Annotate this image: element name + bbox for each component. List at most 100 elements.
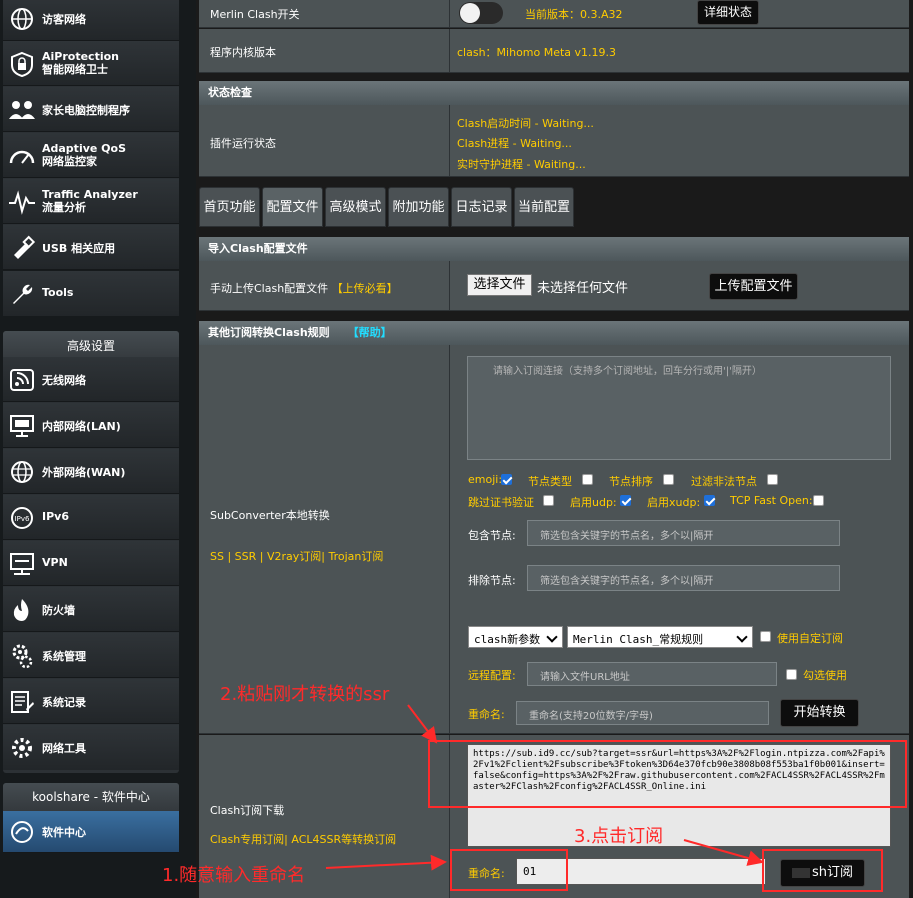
sidebar-item-wireless[interactable]: 无线网络: [3, 357, 179, 402]
sidebar-item-label: 防火墙: [42, 604, 75, 617]
subconverter-links[interactable]: SS | SSR | V2ray订阅| Trojan订阅: [210, 548, 383, 564]
remote-config-input[interactable]: 请输入文件URL地址: [527, 662, 777, 686]
tick-use-label: 勾选使用: [803, 669, 847, 682]
sidebar-item-vpn[interactable]: VPN: [3, 541, 179, 586]
exclude-nodes-input[interactable]: 筛选包含关键字的节点名，多个以|隔开: [527, 565, 840, 591]
sidebar-koolshare-menu: koolshare - 软件中心 软件中心: [3, 783, 179, 853]
select-value: Merlin Clash_常规规则: [573, 633, 704, 646]
tab-config-file[interactable]: 配置文件: [262, 187, 323, 227]
annotation-box-rename: [450, 849, 568, 891]
clash-start-time-status: Clash启动时间 - Waiting...: [457, 117, 594, 130]
sidebar-item-label: Adaptive QoS 网络监控家: [42, 142, 127, 168]
tab-home[interactable]: 首页功能: [199, 187, 260, 227]
rules-select[interactable]: Merlin Clash_常规规则: [567, 626, 753, 648]
tab-advanced-mode[interactable]: 高级模式: [325, 187, 386, 227]
sidebar-item-wan[interactable]: 外部网络(WAN): [3, 449, 179, 494]
sidebar-item-system-log[interactable]: 系统记录: [3, 679, 179, 724]
admin-icon: [12, 644, 33, 669]
option-filter-label: 过滤非法节点: [691, 475, 757, 488]
wan-icon: [11, 461, 33, 483]
divider: [449, 0, 450, 28]
detail-status-button[interactable]: 详细状态: [697, 0, 759, 25]
sidebar-item-lan[interactable]: 内部网络(LAN): [3, 403, 179, 448]
merlin-clash-toggle[interactable]: [459, 2, 503, 24]
sidebar-item-tools[interactable]: Tools: [3, 271, 179, 316]
sidebar-item-guest-network[interactable]: 访客网络: [3, 0, 179, 41]
option-node-sort-checkbox[interactable]: [663, 474, 674, 485]
choose-file-button[interactable]: 选择文件: [467, 274, 532, 296]
sidebar-item-label: Tools: [42, 286, 74, 299]
sidebar-item-adaptive-qos[interactable]: Adaptive QoS 网络监控家: [3, 133, 179, 178]
rename-input[interactable]: 重命名(支持20位数字/字母): [516, 701, 769, 725]
sidebar-item-ipv6[interactable]: IPv6 IPv6: [3, 495, 179, 540]
sidebar-item-label: VPN: [42, 556, 68, 569]
traffic-icon: [9, 190, 35, 215]
option-node-sort-label: 节点排序: [609, 475, 653, 488]
remote-config-label: 远程配置:: [468, 669, 516, 682]
divider: [449, 345, 450, 734]
sidebar-advanced-menu: 高级设置 无线网络 内部网络(LAN) 外部网络(WAN) IPv6 IPv6 …: [3, 331, 179, 773]
usb-icon: [14, 235, 36, 259]
chevron-down-icon: [736, 631, 748, 643]
tab-logs[interactable]: 日志记录: [451, 187, 512, 227]
lock-icon: [11, 51, 33, 77]
exclude-nodes-label: 排除节点:: [468, 574, 516, 587]
option-udp-checkbox[interactable]: [620, 495, 631, 506]
select-value: clash新参数: [474, 633, 541, 646]
other-subscription-header: 其他订阅转换Clash规则 【帮助】: [199, 321, 909, 345]
import-config-header: 导入Clash配置文件: [199, 237, 909, 261]
wifi-icon: [10, 369, 34, 391]
sidebar-item-label: IPv6: [42, 510, 69, 523]
annotation-box-subscribe: [762, 849, 883, 892]
sidebar-item-label: Traffic Analyzer 流量分析: [42, 188, 138, 214]
divider: [449, 105, 450, 177]
koolshare-title: koolshare - 软件中心: [3, 783, 179, 811]
help-link[interactable]: 【帮助】: [348, 326, 392, 339]
upload-note-link[interactable]: 【上传必看】: [332, 282, 398, 295]
option-skip-cert-label: 跳过证书验证: [468, 496, 534, 509]
sidebar: 访客网络 AiProtection 智能网络卫士 家长电脑控制程序 Adaptiv…: [0, 0, 196, 898]
download-links[interactable]: Clash专用订阅| ACL4SSR等转换订阅: [210, 831, 396, 847]
tab-extra-features[interactable]: 附加功能: [388, 187, 449, 227]
plugin-status-label: 插件运行状态: [210, 137, 276, 150]
tick-use-checkbox[interactable]: [786, 669, 797, 680]
family-icon: [9, 101, 35, 119]
custom-sub-label: 使用自定订阅: [777, 632, 843, 645]
include-nodes-label: 包含节点:: [468, 529, 516, 542]
sidebar-item-label: 软件中心: [42, 826, 86, 839]
daemon-status: 实时守护进程 - Waiting...: [457, 158, 586, 171]
clash-params-select[interactable]: clash新参数: [468, 626, 563, 648]
sidebar-item-software-center[interactable]: 软件中心: [3, 811, 179, 853]
sidebar-item-usb[interactable]: USB 相关应用: [3, 225, 179, 270]
divider: [449, 261, 450, 311]
sidebar-item-label: 系统管理: [42, 650, 86, 663]
download-label: Clash订阅下载: [210, 804, 285, 817]
option-xudp-checkbox[interactable]: [704, 495, 715, 506]
tab-current-config[interactable]: 当前配置: [514, 187, 574, 227]
chevron-down-icon: [546, 631, 558, 643]
upload-config-button[interactable]: 上传配置文件: [709, 273, 798, 300]
sidebar-item-administration[interactable]: 系统管理: [3, 633, 179, 678]
sidebar-item-firewall[interactable]: 防火墙: [3, 587, 179, 632]
subscription-url-textarea[interactable]: 请输入订阅连接（支持多个订阅地址，回车分行或用'|'隔开）: [467, 356, 891, 460]
sidebar-item-parental-control[interactable]: 家长电脑控制程序: [3, 87, 179, 132]
sidebar-item-label: AiProtection 智能网络卫士: [42, 50, 119, 76]
option-tfo-checkbox[interactable]: [813, 495, 824, 506]
option-filter-checkbox[interactable]: [767, 474, 778, 485]
wrench-icon: [13, 284, 33, 304]
subconverter-label: SubConverter本地转换: [210, 509, 330, 522]
sidebar-item-traffic-analyzer[interactable]: Traffic Analyzer 流量分析: [3, 179, 179, 224]
speedometer-icon: [9, 150, 35, 164]
sidebar-item-aiprotection[interactable]: AiProtection 智能网络卫士: [3, 41, 179, 86]
custom-sub-checkbox[interactable]: [760, 631, 771, 642]
option-node-type-checkbox[interactable]: [582, 474, 593, 485]
option-skip-cert-checkbox[interactable]: [543, 495, 554, 506]
sidebar-item-label: 网络工具: [42, 742, 86, 755]
start-convert-button[interactable]: 开始转换: [780, 699, 859, 727]
include-nodes-input[interactable]: 筛选包含关键字的节点名，多个以|隔开: [527, 520, 840, 546]
clash-process-status: Clash进程 - Waiting...: [457, 137, 572, 150]
vpn-icon: [10, 553, 34, 575]
option-emoji-checkbox[interactable]: [501, 474, 512, 485]
sidebar-item-network-tools[interactable]: 网络工具: [3, 725, 179, 770]
manual-upload-label: 手动上传Clash配置文件 【上传必看】: [210, 282, 398, 295]
